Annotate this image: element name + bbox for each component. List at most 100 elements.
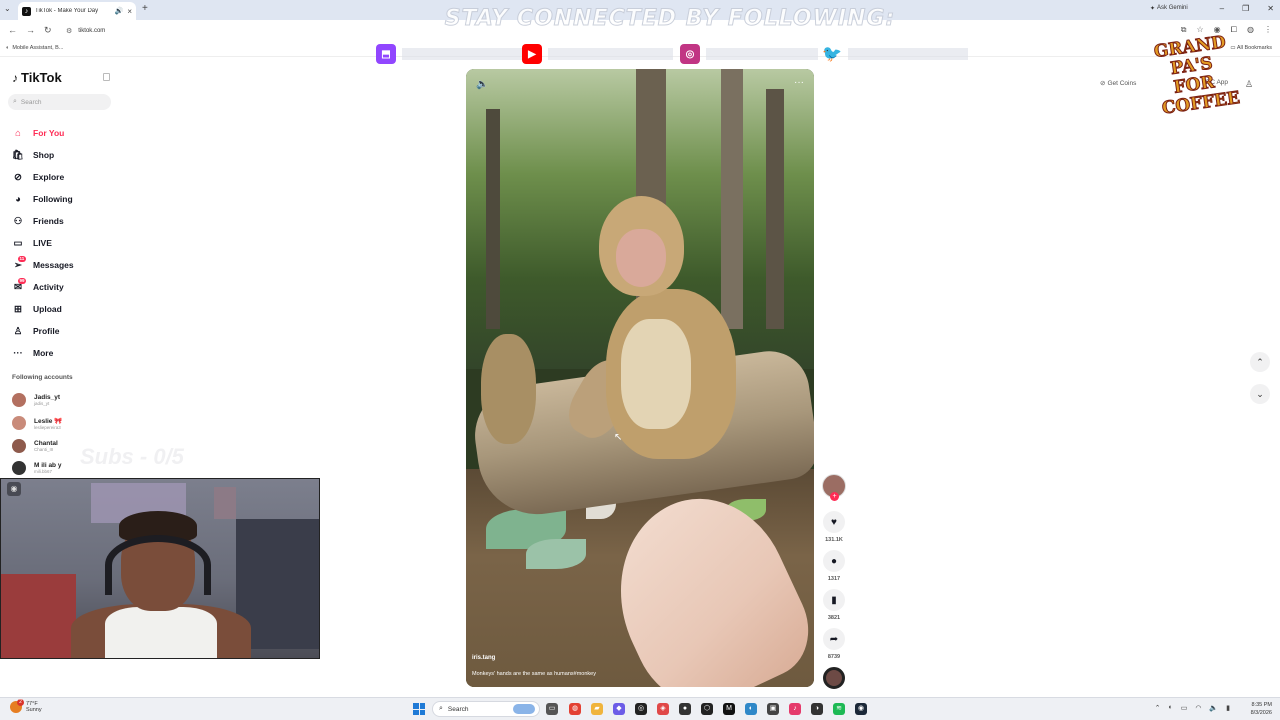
weather-widget[interactable]: 2 77°F Sunny bbox=[10, 699, 42, 713]
app-icon[interactable]: ◈ bbox=[657, 703, 669, 715]
next-video-button[interactable]: ⌄ bbox=[1250, 384, 1270, 404]
app-icon[interactable]: M bbox=[723, 703, 735, 715]
sidebar-item-shop[interactable]: 🛍 Shop bbox=[12, 144, 122, 166]
tray-app-icon[interactable]: ◐ bbox=[1168, 704, 1172, 712]
sidebar-item-profile[interactable]: ♙ Profile bbox=[12, 320, 122, 342]
ask-gemini-button[interactable]: ✦ Ask Gemini bbox=[1150, 5, 1188, 12]
sidebar-item-friends[interactable]: ⚇ Friends bbox=[12, 210, 122, 232]
forward-icon[interactable]: → bbox=[26, 25, 35, 35]
twitter-handle bbox=[848, 48, 968, 60]
volume-icon[interactable]: 🔈 bbox=[1209, 704, 1218, 712]
battery-icon[interactable]: ▮ bbox=[1226, 704, 1230, 712]
start-button[interactable] bbox=[413, 703, 425, 715]
account-handle: mili.bb67 bbox=[34, 469, 53, 474]
app-icon[interactable]: ⬡ bbox=[701, 703, 713, 715]
account-name: M ili ab y bbox=[34, 462, 62, 469]
webcam-tank-top bbox=[105, 607, 217, 658]
sidebar-item-explore[interactable]: ⊘ Explore bbox=[12, 166, 122, 188]
browser-tab[interactable]: ♪ TikTok - Make Your Day 🔊 × bbox=[18, 2, 136, 20]
app-icon[interactable]: ◑ bbox=[811, 703, 823, 715]
restore-icon[interactable]: ❐ bbox=[1242, 4, 1249, 13]
webcam-red-blanket bbox=[1, 574, 76, 658]
sidebar-item-messages[interactable]: ➢ 11 Messages bbox=[12, 254, 122, 276]
camera-icon: ◉ bbox=[7, 482, 21, 496]
video-more-icon[interactable]: ··· bbox=[794, 77, 804, 88]
minimize-icon[interactable]: – bbox=[1220, 4, 1224, 13]
sidebar-item-more[interactable]: ··· More bbox=[12, 342, 122, 364]
tab-close-icon[interactable]: × bbox=[127, 7, 132, 16]
avatar bbox=[12, 416, 26, 430]
comment-icon: ● bbox=[830, 555, 838, 567]
video-monkey-chest bbox=[621, 319, 691, 429]
gemini-icon: ✦ bbox=[1150, 6, 1156, 12]
twitch-icon: ⬒ bbox=[376, 44, 396, 64]
bookmark-item[interactable]: ◐ Mobile Assistant, B... bbox=[6, 45, 63, 51]
video-player[interactable]: 🔈 ··· iris.tang Monkeys' hands are the s… bbox=[466, 69, 814, 687]
video-author[interactable]: iris.tang bbox=[472, 655, 495, 661]
all-bookmarks-label: All Bookmarks bbox=[1236, 45, 1272, 51]
previous-video-button[interactable]: ⌃ bbox=[1250, 352, 1270, 372]
tiktok-logo[interactable]: ♪ TikTok bbox=[12, 70, 62, 85]
install-icon[interactable]: ⧉ bbox=[1181, 25, 1187, 35]
collapse-sidebar-icon[interactable] bbox=[103, 73, 110, 81]
tray-app-icon[interactable]: ▭ bbox=[1181, 704, 1188, 712]
site-info-icon[interactable]: ⚙ bbox=[66, 27, 72, 35]
mute-icon[interactable]: 🔈 bbox=[476, 79, 488, 90]
following-account[interactable]: Jadis_yt jadis_yt bbox=[12, 390, 122, 410]
live-icon: ▭ bbox=[13, 237, 23, 249]
menu-dots-icon[interactable]: ⋮ bbox=[1264, 25, 1272, 35]
like-button[interactable]: ♥ bbox=[823, 511, 845, 533]
reload-icon[interactable]: ↻ bbox=[44, 25, 52, 36]
video-tree-trunk bbox=[721, 69, 743, 329]
tiktok-app-icon[interactable]: ♪ bbox=[789, 703, 801, 715]
sidebar-item-following[interactable]: ◕ Following bbox=[12, 188, 122, 210]
instagram-handle bbox=[706, 48, 818, 60]
get-coins-label: Get Coins bbox=[1107, 79, 1137, 87]
get-coins-button[interactable]: ⊘ Get Coins bbox=[1100, 79, 1137, 88]
search-input[interactable]: ⌕ Search bbox=[8, 94, 111, 110]
taskbar-search[interactable]: ⌕ Search bbox=[432, 701, 540, 717]
all-bookmarks-button[interactable]: ▭ All Bookmarks bbox=[1230, 45, 1272, 51]
share-button[interactable]: ➦ bbox=[823, 628, 845, 650]
tiktok-logo-text: TikTok bbox=[21, 70, 62, 85]
bookmark-star-icon[interactable]: ☆ bbox=[1196, 25, 1203, 35]
sidebar-item-activity[interactable]: ✉ 99 Activity bbox=[12, 276, 122, 298]
sidebar-item-label: Messages bbox=[33, 260, 74, 270]
task-view-icon[interactable]: ▭ bbox=[546, 703, 558, 715]
terminal-icon[interactable]: ▣ bbox=[767, 703, 779, 715]
tab-search-icon[interactable]: ⌄ bbox=[4, 4, 11, 13]
obs-icon[interactable]: ◎ bbox=[635, 703, 647, 715]
compass-icon: ⊘ bbox=[14, 171, 22, 183]
following-icon: ◕ bbox=[15, 193, 21, 205]
comment-button[interactable]: ● bbox=[823, 550, 845, 572]
tab-audio-icon[interactable]: 🔊 bbox=[115, 7, 124, 15]
account-handle: jadis_yt bbox=[34, 401, 50, 406]
extensions-puzzle-icon[interactable]: ⧠ bbox=[1231, 25, 1237, 35]
sidebar-item-upload[interactable]: ⊞ Upload bbox=[12, 298, 122, 320]
wifi-icon[interactable]: ◠ bbox=[1195, 704, 1201, 712]
tiktok-sidebar: ♪ TikTok ⌕ Search ⌂ For You 🛍 Shop ⊘ Exp… bbox=[0, 58, 125, 478]
chrome-icon[interactable]: ◍ bbox=[569, 703, 581, 715]
taskbar-clock[interactable]: 8:35 PM 8/3/2026 bbox=[1251, 701, 1272, 717]
steam-icon[interactable]: ◉ bbox=[855, 703, 867, 715]
spotify-icon[interactable]: ≋ bbox=[833, 703, 845, 715]
sidebar-item-for-you[interactable]: ⌂ For You bbox=[12, 122, 122, 144]
app-icon[interactable]: ● bbox=[679, 703, 691, 715]
close-window-icon[interactable]: ✕ bbox=[1267, 4, 1274, 13]
music-disc-icon[interactable] bbox=[823, 667, 845, 689]
new-tab-icon[interactable]: + bbox=[142, 3, 148, 14]
bookmark-favicon-icon: ◐ bbox=[6, 45, 10, 51]
sidebar-item-live[interactable]: ▭ LIVE bbox=[12, 232, 122, 254]
account-icon[interactable]: ◍ bbox=[1247, 25, 1254, 35]
following-account[interactable]: Leslie 🎀 lesliepereira3 bbox=[12, 413, 122, 433]
screen: ⌄ ♪ TikTok - Make Your Day 🔊 × + ✦ Ask G… bbox=[0, 0, 1280, 720]
save-button[interactable]: ▮ bbox=[823, 589, 845, 611]
user-profile-icon[interactable]: ♙ bbox=[1245, 79, 1253, 90]
tray-overflow-icon[interactable]: ⌃ bbox=[1155, 704, 1161, 712]
file-explorer-icon[interactable]: ▰ bbox=[591, 703, 603, 715]
follow-plus-icon[interactable]: + bbox=[830, 492, 839, 501]
back-icon[interactable]: ← bbox=[8, 25, 17, 35]
search-placeholder: Search bbox=[20, 98, 42, 106]
edge-icon[interactable]: ◐ bbox=[745, 703, 757, 715]
app-icon[interactable]: ◆ bbox=[613, 703, 625, 715]
